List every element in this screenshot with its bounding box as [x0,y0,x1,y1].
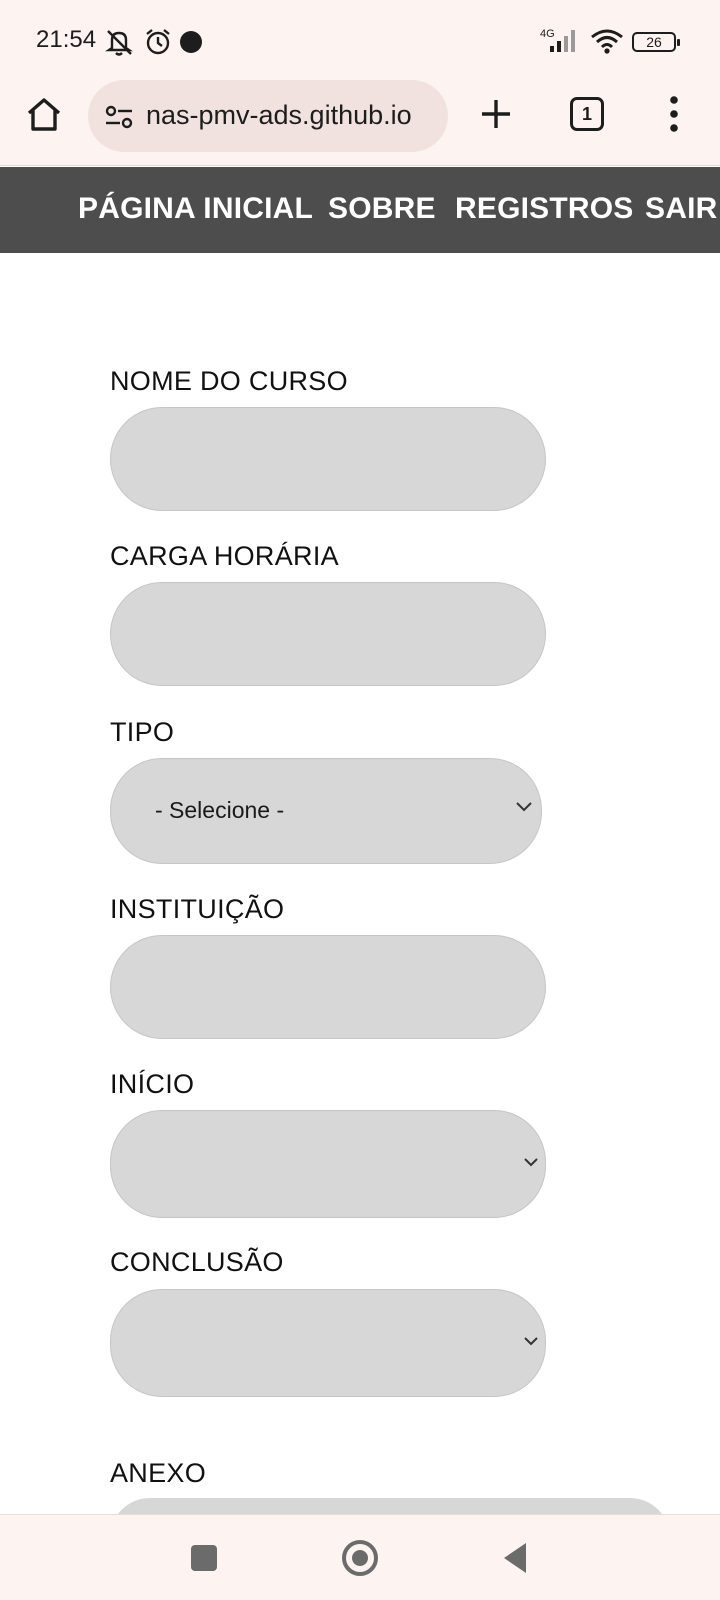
wifi-icon [591,29,623,54]
tipo-select-value: - Selecione - [155,797,285,823]
url-text: nas-pmv-ads.github.io [146,100,412,130]
instituicao-label: INSTITUIÇÃO [110,894,285,924]
carga-horaria-label: CARGA HORÁRIA [110,541,339,571]
nav-link-home[interactable]: PÁGINA INICIAL [78,192,313,226]
inicio-label: INÍCIO [110,1069,195,1099]
new-tab-icon[interactable] [476,94,516,134]
browser-toolbar: nas-pmv-ads.github.io 1 [0,80,720,166]
site-navigation: PÁGINA INICIAL SOBRE REGISTROS SAIR [0,167,720,253]
chevron-down-icon [524,1158,538,1167]
tab-count: 1 [581,104,592,124]
conclusao-date-input[interactable] [110,1289,546,1397]
tipo-label: TIPO [110,717,175,747]
status-bar: 21:54 4G 26 [0,0,720,80]
status-time: 21:54 [36,26,97,53]
nav-link-registros[interactable]: REGISTROS [455,192,634,226]
chevron-down-icon [524,1337,538,1346]
chevron-down-icon [516,802,532,812]
nome-curso-input[interactable] [110,407,546,511]
nome-curso-label: NOME DO CURSO [110,366,348,396]
more-menu-icon[interactable] [664,94,684,134]
tipo-select[interactable]: - Selecione - [110,758,542,864]
signal-icon: 4G [540,28,575,52]
inicio-date-input[interactable] [110,1110,546,1218]
home-circle-icon[interactable] [342,1540,378,1576]
bell-off-icon [105,30,133,56]
notification-dot-icon [180,31,202,53]
nav-link-sair[interactable]: SAIR [645,192,717,226]
system-navigation-bar [0,1514,720,1600]
conclusao-label: CONCLUSÃO [110,1247,284,1277]
network-type: 4G [540,28,555,40]
tab-switcher-button[interactable]: 1 [570,97,604,131]
nav-link-sobre[interactable]: SOBRE [328,192,436,226]
instituicao-input[interactable] [110,935,546,1039]
battery-level: 26 [646,34,662,50]
back-icon[interactable] [502,1541,528,1575]
anexo-label: ANEXO [110,1458,207,1488]
battery-icon: 26 [632,32,680,52]
recent-apps-icon[interactable] [191,1545,217,1571]
home-icon[interactable] [24,94,64,134]
address-bar[interactable]: nas-pmv-ads.github.io [88,80,448,152]
alarm-icon [146,29,170,55]
site-settings-icon[interactable] [104,104,134,130]
phone-screen: 21:54 4G 26 nas-pmv-ads.github.io 1 PÁGI… [0,0,720,1600]
carga-horaria-input[interactable] [110,582,546,686]
